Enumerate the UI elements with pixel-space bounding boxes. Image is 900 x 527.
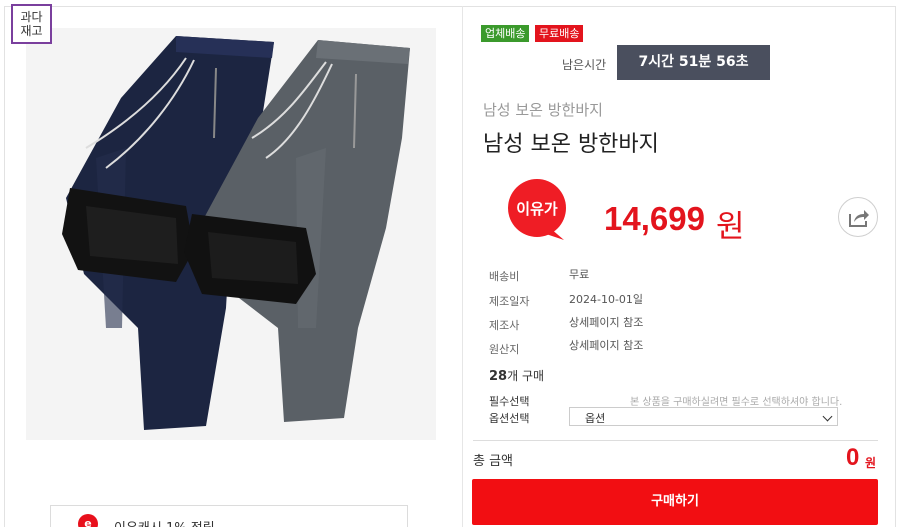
pants-illustration — [26, 28, 436, 440]
required-select-label: 필수선택 — [489, 395, 530, 408]
shipping-fee-value: 무료 — [569, 268, 590, 281]
remaining-time-countdown: 7시간 51분 56초 — [617, 45, 770, 80]
origin-label: 원산지 — [489, 343, 520, 356]
product-page: 과다 재고 e 이유캐시 1% 적립 업체배송 무료배송 남은시간 7시간 51… — [0, 0, 900, 527]
overstock-badge: 과다 재고 — [11, 4, 52, 44]
overstock-badge-line1: 과다 — [20, 10, 43, 24]
free-delivery-tag: 무료배송 — [535, 25, 584, 42]
product-title: 남성 보온 방한바지 — [483, 132, 659, 157]
manufacture-date-label: 제조일자 — [489, 295, 530, 308]
share-icon — [849, 210, 869, 227]
origin-value: 상세페이지 참조 — [569, 339, 644, 352]
panel-divider — [462, 6, 463, 527]
total-amount-value: 0 — [846, 444, 860, 471]
option-select-value: 옵션 — [585, 412, 606, 425]
option-select[interactable]: 옵션 — [569, 407, 838, 426]
option-select-label: 옵션선택 — [489, 412, 530, 425]
product-subtitle: 남성 보온 방한바지 — [483, 101, 603, 119]
iyuga-logo: 이유가 — [506, 178, 568, 240]
chevron-down-icon — [822, 411, 833, 422]
product-price-unit: 원 — [716, 209, 745, 245]
overstock-badge-line2: 재고 — [20, 24, 43, 38]
cash-e-icon: e — [78, 514, 98, 527]
total-amount-unit: 원 — [865, 456, 877, 470]
manufacture-date-value: 2024-10-01일 — [569, 293, 644, 306]
remaining-time-label: 남은시간 — [562, 58, 607, 72]
manufacturer-label: 제조사 — [489, 319, 520, 332]
shipping-fee-label: 배송비 — [489, 270, 520, 283]
purchase-count: 28개 구매 — [489, 367, 544, 384]
purchase-count-number: 28 — [489, 369, 508, 384]
iyuga-logo-icon: 이유가 — [508, 179, 566, 240]
share-button[interactable] — [838, 197, 878, 237]
iyuga-logo-text: 이유가 — [516, 200, 558, 218]
cash-reward-text: 이유캐시 1% 적립 — [114, 517, 215, 527]
total-divider — [473, 440, 878, 441]
company-delivery-tag: 업체배송 — [481, 25, 530, 42]
total-amount-label: 총 금액 — [473, 454, 514, 469]
cash-reward-box: e 이유캐시 1% 적립 — [50, 505, 408, 527]
manufacturer-value: 상세페이지 참조 — [569, 316, 644, 329]
buy-button[interactable]: 구매하기 — [472, 479, 878, 525]
product-image[interactable] — [26, 28, 436, 440]
purchase-count-suffix: 개 구매 — [507, 369, 545, 383]
product-price: 14,699 — [604, 200, 705, 237]
required-select-note: 본 상품을 구매하실려면 필수로 선택하셔야 합니다. — [630, 397, 843, 408]
